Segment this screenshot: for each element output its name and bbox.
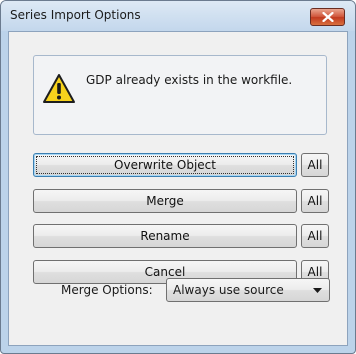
warning-icon — [43, 74, 75, 103]
window-title: Series Import Options — [10, 8, 141, 22]
overwrite-object-button[interactable]: Overwrite Object — [33, 153, 297, 177]
message-panel: GDP already exists in the workfile. — [33, 55, 327, 135]
rename-button[interactable]: Rename — [33, 224, 297, 248]
close-icon — [322, 12, 334, 22]
merge-options-dropdown[interactable]: Always use source — [166, 278, 330, 302]
message-text: GDP already exists in the workfile. — [86, 73, 293, 87]
merge-options-label: Merge Options: — [61, 283, 153, 297]
merge-button[interactable]: Merge — [33, 189, 297, 213]
chevron-down-icon — [313, 288, 322, 293]
close-button[interactable] — [310, 8, 345, 26]
merge-all-button[interactable]: All — [301, 189, 329, 213]
overwrite-all-button[interactable]: All — [301, 153, 329, 177]
title-bar[interactable]: Series Import Options — [1, 1, 355, 31]
merge-options-value: Always use source — [173, 283, 284, 297]
rename-all-button[interactable]: All — [301, 224, 329, 248]
